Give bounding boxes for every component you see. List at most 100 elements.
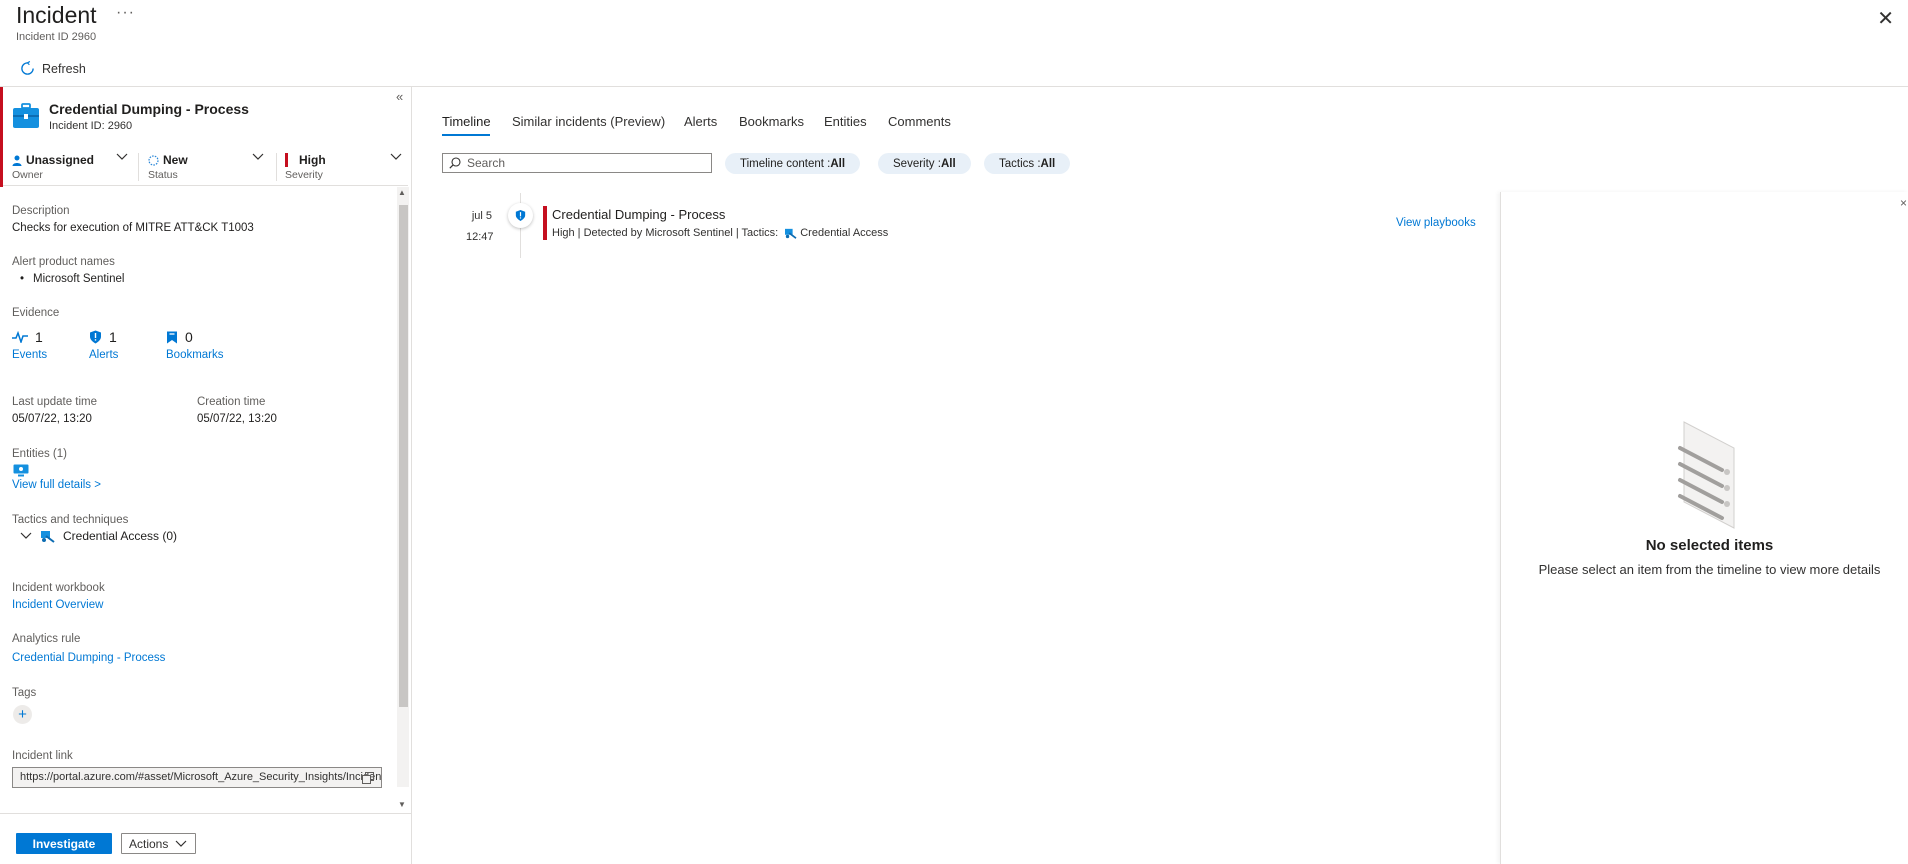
briefcase-icon	[12, 103, 40, 132]
bookmarks-count: 0	[185, 329, 193, 345]
events-count: 1	[35, 329, 43, 345]
evidence-bookmarks[interactable]: 0 Bookmarks	[166, 329, 256, 361]
tactics-label: Tactics and techniques	[12, 514, 129, 526]
severity-value: High	[299, 153, 326, 167]
copy-icon[interactable]	[362, 772, 374, 787]
bullet: •	[20, 273, 25, 285]
status-dropdown[interactable]: New Status	[148, 152, 273, 182]
timeline-date: jul 5	[471, 210, 492, 222]
tactic-label: Credential Access (0)	[63, 529, 178, 543]
host-entity-icon[interactable]	[13, 464, 29, 480]
workbook-link[interactable]: Incident Overview	[12, 599, 103, 611]
tab-bookmarks[interactable]: Bookmarks	[739, 114, 804, 129]
tab-similar-incidents[interactable]: Similar incidents (Preview)	[512, 114, 665, 129]
investigate-button[interactable]: Investigate	[16, 833, 112, 854]
collapse-panel-icon[interactable]: «	[396, 89, 403, 104]
divider	[3, 185, 408, 186]
divider	[276, 153, 277, 181]
severity-high-marker	[543, 206, 547, 240]
tab-comments[interactable]: Comments	[888, 114, 951, 129]
events-link[interactable]: Events	[12, 349, 89, 361]
filter-label: Tactics :	[999, 157, 1041, 170]
severity-label: Severity	[285, 169, 323, 181]
empty-list-illustration	[1672, 420, 1742, 533]
creation-time-value: 05/07/22, 13:20	[197, 413, 277, 425]
credential-access-icon	[785, 228, 797, 239]
shield-icon	[515, 210, 526, 221]
tab-timeline[interactable]: Timeline	[442, 114, 491, 129]
timeline-meta-text: High | Detected by Microsoft Sentinel | …	[552, 227, 779, 239]
severity-dropdown[interactable]: High Severity	[285, 152, 405, 182]
refresh-icon	[21, 61, 34, 75]
more-options-icon[interactable]: ···	[116, 4, 135, 22]
owner-dropdown[interactable]: Unassigned Owner	[12, 152, 137, 182]
divider	[138, 153, 139, 181]
person-icon	[12, 155, 22, 166]
incident-link-field[interactable]: https://portal.azure.com/#asset/Microsof…	[12, 767, 382, 788]
credential-access-icon	[41, 530, 55, 543]
view-full-details-link[interactable]: View full details >	[12, 479, 101, 491]
evidence-row: 1 Events 1 Alerts 0 Bookmarks	[12, 329, 256, 361]
alert-product-item: • Microsoft Sentinel	[20, 273, 124, 285]
analytics-rule-link[interactable]: Credential Dumping - Process	[12, 652, 165, 664]
owner-label: Owner	[12, 169, 43, 181]
activity-icon	[12, 331, 28, 343]
alerts-link[interactable]: Alerts	[89, 349, 166, 361]
last-update-label: Last update time	[12, 396, 98, 408]
timeline-meta-tactic: Credential Access	[800, 227, 889, 239]
filter-label: Severity :	[893, 157, 941, 170]
filter-severity[interactable]: Severity : All	[878, 153, 971, 174]
evidence-events[interactable]: 1 Events	[12, 329, 89, 361]
entities-label: Entities (1)	[12, 448, 67, 460]
chevron-down-icon	[252, 153, 264, 160]
page-title: Incident	[16, 2, 97, 28]
add-tag-button[interactable]: +	[13, 705, 32, 724]
timeline-alert-marker	[508, 203, 533, 228]
owner-value: Unassigned	[26, 153, 95, 167]
new-status-icon	[148, 154, 159, 166]
timeline-item-meta: High | Detected by Microsoft Sentinel | …	[552, 227, 888, 239]
tags-label: Tags	[12, 687, 37, 699]
tab-entities[interactable]: Entities	[824, 114, 867, 129]
close-icon[interactable]: ✕	[1877, 6, 1894, 31]
bookmark-icon	[167, 331, 177, 343]
timeline-item-title[interactable]: Credential Dumping - Process	[552, 207, 725, 222]
bookmarks-link[interactable]: Bookmarks	[166, 349, 256, 361]
filter-timeline-content[interactable]: Timeline content : All	[725, 153, 861, 174]
incident-details-panel: « Credential Dumping - Process Incident …	[0, 87, 412, 864]
view-playbooks-link[interactable]: View playbooks	[1396, 217, 1476, 229]
scrollbar-thumb[interactable]	[399, 205, 408, 707]
chevron-down-icon	[20, 532, 32, 539]
incident-id: Incident ID: 2960	[49, 120, 133, 132]
alert-products-label: Alert product names	[12, 256, 115, 268]
creation-time-label: Creation time	[197, 396, 266, 408]
refresh-button[interactable]: Refresh	[20, 61, 86, 76]
search-placeholder: Search	[467, 156, 506, 170]
tactic-row[interactable]: Credential Access (0)	[20, 529, 177, 543]
filter-value: All	[940, 157, 956, 170]
alert-product-name: Microsoft Sentinel	[33, 273, 125, 285]
description-text: Checks for execution of MITRE ATT&CK T10…	[12, 222, 254, 234]
filter-tactics[interactable]: Tactics : All	[984, 153, 1071, 174]
empty-state-message: Please select an item from the timeline …	[1538, 562, 1881, 577]
workbook-label: Incident workbook	[12, 582, 105, 594]
filter-label: Timeline content :	[740, 157, 831, 170]
close-pane-icon[interactable]: ×	[1900, 196, 1907, 210]
scroll-up-icon[interactable]: ▲	[398, 188, 406, 197]
filter-value: All	[1040, 157, 1056, 170]
shield-icon	[90, 330, 101, 344]
incident-id-subtitle: Incident ID 2960	[16, 31, 97, 43]
active-tab-indicator	[442, 134, 490, 136]
evidence-alerts[interactable]: 1 Alerts	[89, 329, 166, 361]
actions-dropdown[interactable]: Actions	[121, 833, 196, 854]
timeline-time: 12:47	[466, 231, 494, 243]
chevron-down-icon	[390, 153, 402, 160]
evidence-label: Evidence	[12, 307, 60, 319]
incident-link-label: Incident link	[12, 750, 73, 762]
chevron-down-icon	[175, 840, 187, 847]
scroll-down-icon[interactable]: ▼	[398, 800, 406, 809]
footer-divider	[0, 813, 412, 814]
tab-alerts[interactable]: Alerts	[684, 114, 717, 129]
timeline-search-input[interactable]: Search	[442, 153, 712, 173]
chevron-down-icon	[116, 153, 128, 160]
